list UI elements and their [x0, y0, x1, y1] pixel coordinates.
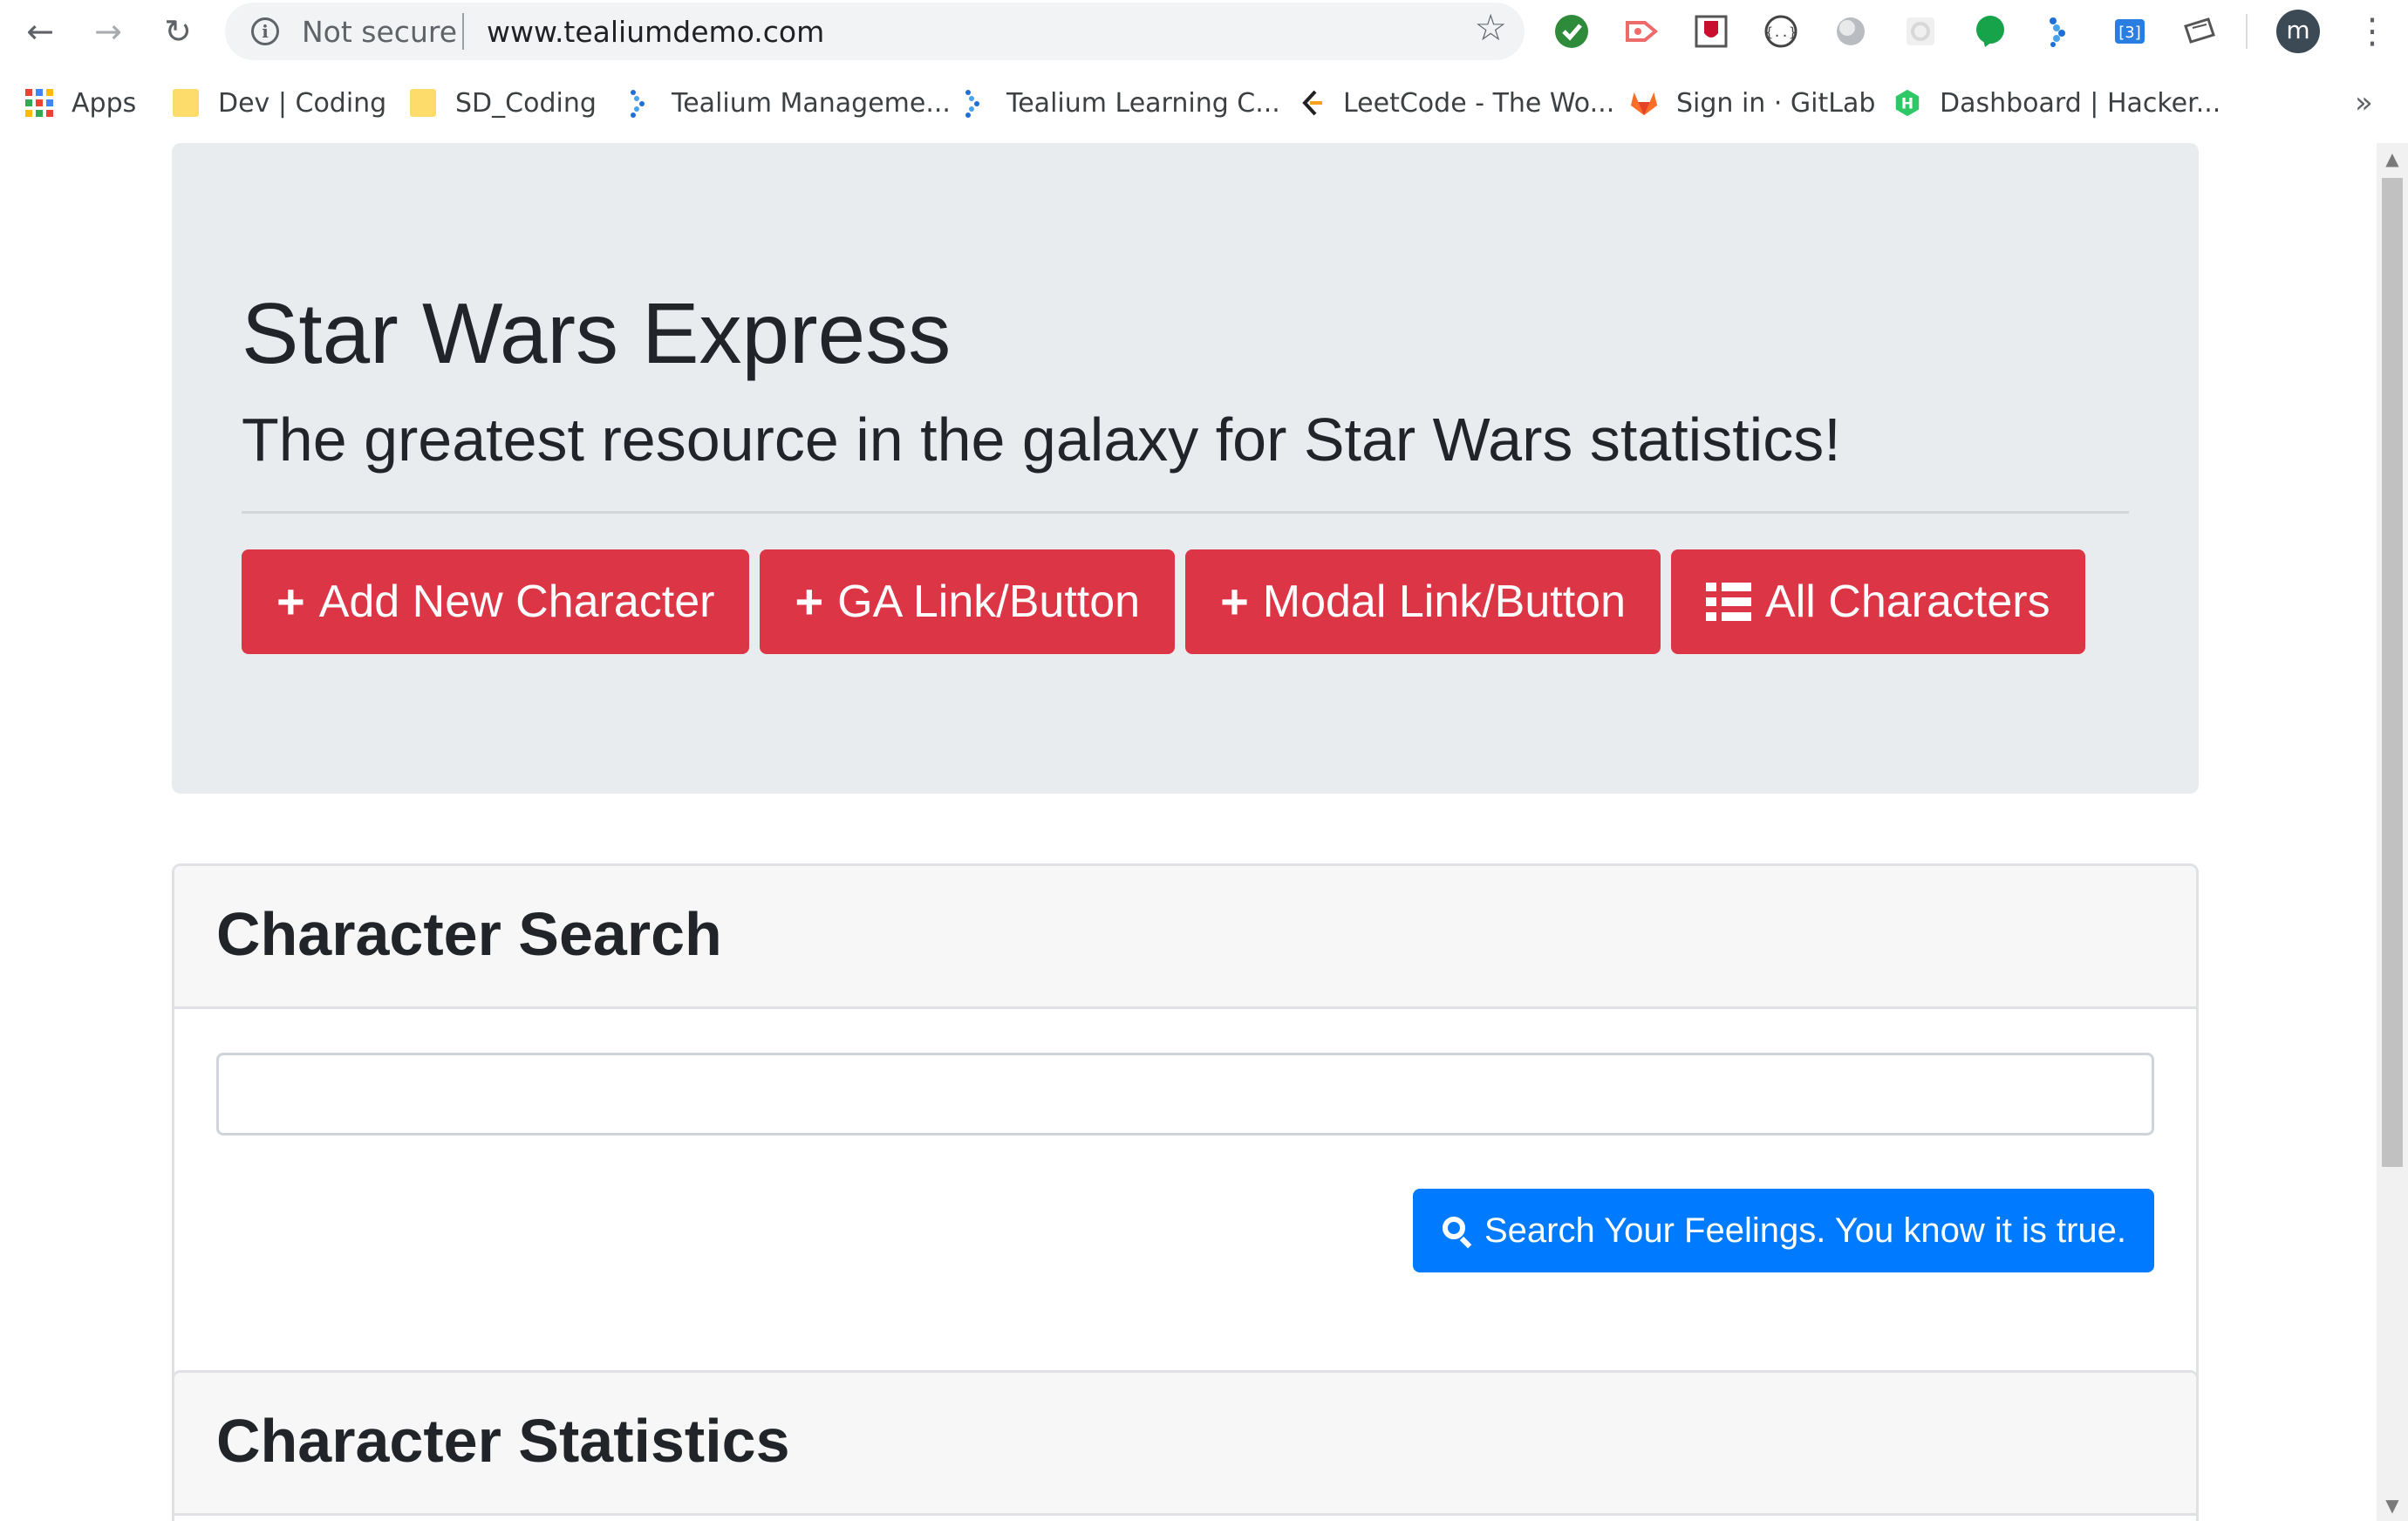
- vertical-scrollbar[interactable]: ▲ ▼: [2377, 143, 2408, 1521]
- tealium-icon[interactable]: [2041, 12, 2079, 51]
- bookmark-label: Sign in · GitLab: [1676, 87, 1876, 119]
- page-viewport: Star Wars Express The greatest resource …: [0, 143, 2377, 1521]
- bookmarks-bar: Apps Dev | Coding SD_Coding Tealium Mana…: [0, 63, 2408, 143]
- svg-text:H: H: [1901, 96, 1913, 113]
- button-label: Add New Character: [318, 576, 715, 627]
- scroll-down-icon[interactable]: ▼: [2377, 1490, 2408, 1521]
- bracket-box-icon[interactable]: [3]: [2111, 12, 2149, 51]
- plus-icon: +: [795, 574, 824, 629]
- card-title: Character Search: [216, 900, 722, 968]
- ga-link-button[interactable]: + GA Link/Button: [760, 549, 1176, 654]
- bookmark-tealium-management[interactable]: Tealium Manageme...: [624, 84, 951, 122]
- list-icon: [1706, 583, 1752, 621]
- leetcode-icon: [1296, 88, 1326, 118]
- tag-arrow-icon[interactable]: [1622, 12, 1661, 51]
- bookmark-label: Dashboard | Hacker...: [1940, 87, 2221, 119]
- info-icon[interactable]: i: [251, 17, 279, 45]
- hackerrank-icon: H: [1893, 88, 1922, 118]
- more-vert-icon[interactable]: ⋮: [2355, 9, 2390, 54]
- forward-arrow-icon[interactable]: →: [85, 9, 131, 54]
- bookmark-tealium-learning[interactable]: Tealium Learning C...: [959, 84, 1280, 122]
- shield-icon[interactable]: [1692, 12, 1730, 51]
- reload-icon[interactable]: ↻: [155, 9, 201, 54]
- bookmark-label: Apps: [72, 87, 137, 119]
- bookmark-star-icon[interactable]: ☆: [1474, 10, 1507, 46]
- gitlab-icon: [1629, 88, 1659, 118]
- bookmark-label: Tealium Learning C...: [1006, 87, 1280, 119]
- browser-toolbar: ← → ↻ i Not secure www.tealiumdemo.com ☆…: [0, 0, 2408, 63]
- modal-link-button[interactable]: + Modal Link/Button: [1185, 549, 1661, 654]
- chat-bubble-icon[interactable]: [1971, 12, 2009, 51]
- scroll-up-icon[interactable]: ▲: [2377, 143, 2408, 174]
- bookmarks-overflow-icon[interactable]: »: [2355, 85, 2373, 120]
- button-label: All Characters: [1765, 576, 2050, 627]
- tealium-icon: [624, 88, 654, 118]
- jumbotron: Star Wars Express The greatest resource …: [172, 143, 2199, 794]
- folder-icon: [408, 88, 438, 118]
- apps-grid-icon: [24, 88, 54, 118]
- bookmark-apps[interactable]: Apps: [24, 84, 136, 122]
- braces-icon[interactable]: {..}: [1762, 12, 1800, 51]
- button-label: Search Your Feelings. You know it is tru…: [1484, 1211, 2126, 1250]
- character-search-input[interactable]: [216, 1053, 2154, 1136]
- circle-icon[interactable]: [1832, 12, 1870, 51]
- action-buttons: + Add New Character + GA Link/Button + M…: [242, 549, 2096, 654]
- page-title: Star Wars Express: [242, 285, 952, 381]
- search-icon: [1441, 1215, 1472, 1249]
- svg-text:{..}: {..}: [1765, 24, 1797, 40]
- ticket-icon[interactable]: [2180, 12, 2219, 51]
- folder-icon: [171, 88, 201, 118]
- bookmark-hackerrank[interactable]: H Dashboard | Hacker...: [1893, 84, 2220, 122]
- bookmark-label: Dev | Coding: [218, 87, 387, 119]
- bookmark-sd-coding[interactable]: SD_Coding: [408, 84, 597, 122]
- omnibox-divider: [462, 13, 464, 50]
- add-new-character-button[interactable]: + Add New Character: [242, 549, 750, 654]
- jumbotron-divider: [242, 511, 2129, 514]
- bookmark-label: SD_Coding: [455, 87, 597, 119]
- bookmark-label: LeetCode - The Wo...: [1343, 87, 1615, 119]
- svg-text:[3]: [3]: [2118, 24, 2141, 42]
- address-bar[interactable]: i Not secure www.tealiumdemo.com ☆: [225, 3, 1525, 60]
- card-title: Character Statistics: [216, 1407, 790, 1475]
- bookmark-dev-coding[interactable]: Dev | Coding: [171, 84, 386, 122]
- button-label: Modal Link/Button: [1262, 576, 1627, 627]
- bookmark-label: Tealium Manageme...: [672, 87, 951, 119]
- check-circle-icon[interactable]: [1552, 12, 1591, 51]
- character-statistics-card: Character Statistics: [172, 1370, 2199, 1521]
- bookmark-gitlab[interactable]: Sign in · GitLab: [1629, 84, 1875, 122]
- toolbar-divider: [2246, 14, 2248, 49]
- card-header: Character Search: [174, 866, 2196, 1009]
- scrollbar-thumb[interactable]: [2382, 178, 2403, 1167]
- bookmark-leetcode[interactable]: LeetCode - The Wo...: [1296, 84, 1614, 122]
- back-arrow-icon[interactable]: ←: [17, 9, 63, 54]
- page-lead: The greatest resource in the galaxy for …: [242, 406, 1841, 474]
- security-label: Not secure: [302, 15, 458, 49]
- button-label: GA Link/Button: [837, 576, 1141, 627]
- tealium-icon: [959, 88, 989, 118]
- url-text[interactable]: www.tealiumdemo.com: [487, 15, 824, 49]
- search-button[interactable]: Search Your Feelings. You know it is tru…: [1412, 1189, 2154, 1272]
- all-characters-button[interactable]: All Characters: [1671, 549, 2085, 654]
- gear-icon[interactable]: [1901, 12, 1940, 51]
- plus-icon: +: [1220, 574, 1249, 629]
- plus-icon: +: [276, 574, 305, 629]
- card-header: Character Statistics: [174, 1373, 2196, 1516]
- profile-avatar[interactable]: m: [2276, 10, 2320, 53]
